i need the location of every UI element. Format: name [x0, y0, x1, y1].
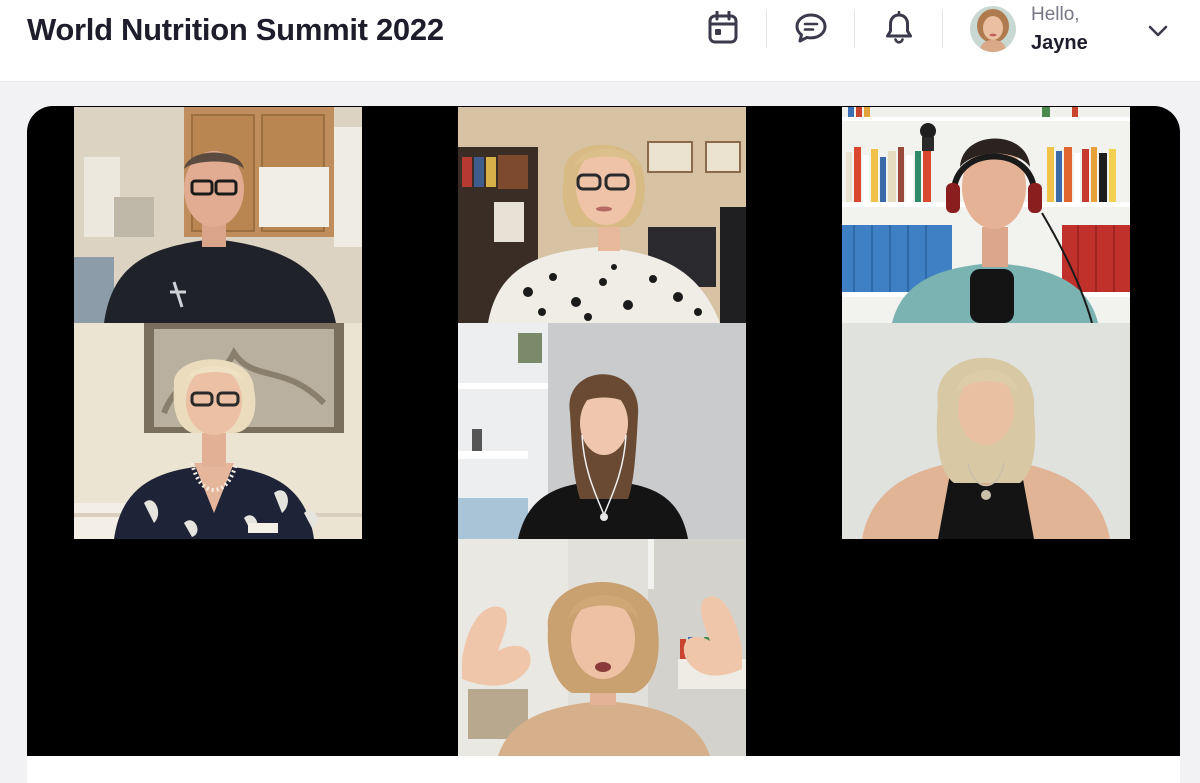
notifications-button[interactable]	[881, 10, 917, 46]
user-avatar[interactable]	[970, 6, 1016, 52]
greeting-text: Hello,	[1031, 4, 1080, 25]
chat-button[interactable]	[793, 10, 829, 46]
top-bar: World Nutrition Summit 2022 Hello, Jayne	[0, 0, 1200, 82]
content-panel	[27, 756, 1180, 783]
header-divider	[766, 10, 767, 48]
chevron-down-icon	[1148, 25, 1168, 37]
participant-video-tile[interactable]	[74, 323, 362, 539]
header-divider	[942, 10, 943, 48]
participant-video-tile[interactable]	[842, 107, 1130, 323]
event-title: World Nutrition Summit 2022	[27, 12, 444, 47]
participant-video-tile[interactable]	[458, 323, 746, 539]
header-divider	[854, 10, 855, 48]
participant-video-tile[interactable]	[458, 539, 746, 756]
participant-video-tile[interactable]	[842, 323, 1130, 539]
calendar-icon	[708, 11, 738, 44]
participant-video-tile[interactable]	[74, 107, 362, 323]
bell-icon	[886, 11, 912, 44]
user-name: Jayne	[1031, 32, 1088, 54]
account-menu-toggle[interactable]	[1143, 16, 1173, 46]
calendar-button[interactable]	[705, 10, 741, 46]
participant-video-tile[interactable]	[458, 107, 746, 323]
video-stage	[27, 106, 1180, 756]
chat-icon	[795, 13, 827, 43]
